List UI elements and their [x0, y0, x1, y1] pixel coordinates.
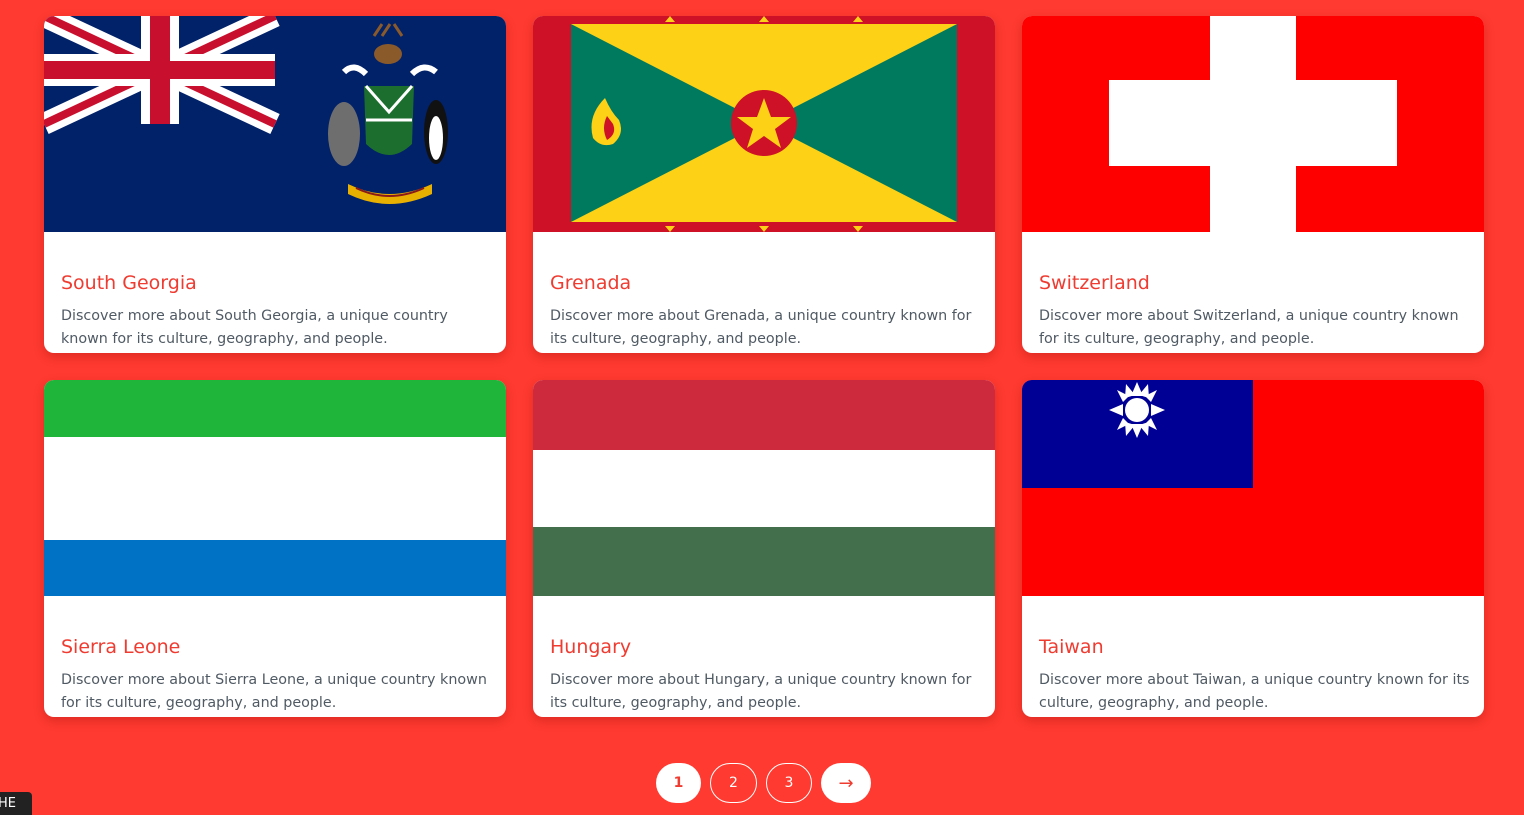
page-3-button[interactable]: 3 — [766, 763, 812, 803]
page-1-button[interactable]: 1 — [656, 763, 701, 803]
page-2-button[interactable]: 2 — [710, 763, 757, 803]
country-card-grid: South Georgia Discover more about South … — [0, 0, 1524, 815]
country-card-switzerland[interactable]: Switzerland Discover more about Switzerl… — [1022, 16, 1484, 353]
country-name: Hungary — [550, 636, 632, 658]
country-card-south-georgia[interactable]: South Georgia Discover more about South … — [44, 16, 506, 353]
country-name: Grenada — [550, 272, 632, 294]
country-description: Discover more about Grenada, a unique co… — [550, 308, 972, 347]
hungary-flag-icon — [533, 380, 995, 596]
country-description: Discover more about Sierra Leone, a uniq… — [61, 672, 487, 711]
country-name: Switzerland — [1039, 272, 1150, 294]
country-card-grenada[interactable]: Grenada Discover more about Grenada, a u… — [533, 16, 995, 353]
country-description: Discover more about Hungary, a unique co… — [550, 672, 972, 711]
country-name: South Georgia — [61, 272, 197, 294]
country-name: Taiwan — [1039, 636, 1104, 658]
corner-badge[interactable]: HE — [0, 792, 32, 815]
country-card-hungary[interactable]: Hungary Discover more about Hungary, a u… — [533, 380, 995, 717]
south-georgia-flag-icon — [44, 16, 506, 232]
taiwan-flag-icon — [1022, 380, 1484, 596]
country-name: Sierra Leone — [61, 636, 181, 658]
country-description: Discover more about South Georgia, a uni… — [61, 308, 448, 347]
grenada-flag-icon — [533, 16, 995, 232]
country-description: Discover more about Taiwan, a unique cou… — [1039, 672, 1470, 711]
pagination: 1 2 3 → — [0, 763, 1524, 805]
country-description: Discover more about Switzerland, a uniqu… — [1039, 308, 1459, 347]
sierra-leone-flag-icon — [44, 380, 506, 596]
country-card-taiwan[interactable]: Taiwan Discover more about Taiwan, a uni… — [1022, 380, 1484, 717]
country-card-sierra-leone[interactable]: Sierra Leone Discover more about Sierra … — [44, 380, 506, 717]
next-page-button[interactable]: → — [821, 763, 871, 803]
switzerland-flag-icon — [1022, 16, 1484, 232]
